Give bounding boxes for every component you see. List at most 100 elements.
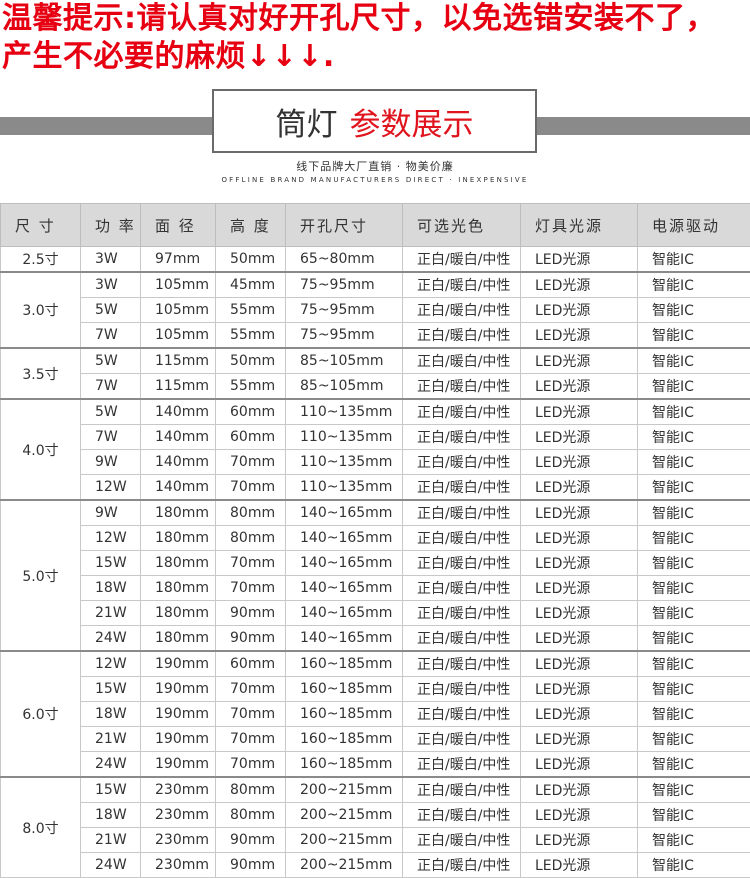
table-cell: LED光源: [521, 626, 638, 652]
table-cell: 105mm: [141, 323, 216, 349]
table-cell: 80mm: [216, 777, 286, 803]
table-row: 18W180mm70mm140~165mm正白/暖白/中性LED光源智能IC: [1, 576, 750, 601]
table-cell: LED光源: [521, 450, 638, 475]
table-cell: 24W: [81, 853, 141, 878]
table-cell: 140mm: [141, 399, 216, 425]
table-cell: LED光源: [521, 777, 638, 803]
table-cell: 正白/暖白/中性: [403, 475, 521, 501]
table-cell: 70mm: [216, 702, 286, 727]
table-cell: 190mm: [141, 727, 216, 752]
table-cell: 智能IC: [638, 450, 750, 475]
table-row: 24W230mm90mm200~215mm正白/暖白/中性LED光源智能IC: [1, 853, 750, 878]
table-cell: 160~185mm: [286, 677, 403, 702]
table-cell: 18W: [81, 576, 141, 601]
table-row: 24W180mm90mm140~165mm正白/暖白/中性LED光源智能IC: [1, 626, 750, 652]
size-cell: 4.0寸: [1, 399, 81, 500]
table-cell: 110~135mm: [286, 450, 403, 475]
table-cell: 正白/暖白/中性: [403, 777, 521, 803]
table-cell: 24W: [81, 626, 141, 652]
table-cell: 60mm: [216, 425, 286, 450]
table-row: 7W140mm60mm110~135mm正白/暖白/中性LED光源智能IC: [1, 425, 750, 450]
table-cell: 智能IC: [638, 298, 750, 323]
table-cell: LED光源: [521, 500, 638, 526]
table-cell: 正白/暖白/中性: [403, 803, 521, 828]
table-cell: 90mm: [216, 626, 286, 652]
table-cell: 12W: [81, 651, 141, 677]
table-cell: 85~105mm: [286, 348, 403, 374]
table-cell: 80mm: [216, 500, 286, 526]
spec-table: 尺 寸功 率面 径高 度开孔尺寸可选光色灯具光源电源驱动 2.5寸3W97mm5…: [0, 203, 750, 878]
table-cell: 200~215mm: [286, 803, 403, 828]
table-cell: 智能IC: [638, 677, 750, 702]
table-row: 3.5寸5W115mm50mm85~105mm正白/暖白/中性LED光源智能IC: [1, 348, 750, 374]
column-header: 电源驱动: [638, 204, 750, 247]
table-cell: 智能IC: [638, 374, 750, 400]
table-cell: 智能IC: [638, 727, 750, 752]
table-cell: 9W: [81, 500, 141, 526]
table-cell: 正白/暖白/中性: [403, 526, 521, 551]
table-cell: 智能IC: [638, 526, 750, 551]
table-cell: 21W: [81, 601, 141, 626]
table-cell: 12W: [81, 475, 141, 501]
table-cell: 70mm: [216, 450, 286, 475]
table-row: 6.0寸12W190mm60mm160~185mm正白/暖白/中性LED光源智能…: [1, 651, 750, 677]
table-cell: 7W: [81, 374, 141, 400]
table-cell: 140mm: [141, 425, 216, 450]
table-cell: 140~165mm: [286, 500, 403, 526]
subtitle-english: OFFLINE BRAND MANUFACTURERS DIRECT · INE…: [0, 176, 750, 184]
table-cell: 80mm: [216, 803, 286, 828]
table-cell: 15W: [81, 677, 141, 702]
table-header-row: 尺 寸功 率面 径高 度开孔尺寸可选光色灯具光源电源驱动: [1, 204, 750, 247]
table-cell: LED光源: [521, 853, 638, 878]
size-cell: 3.5寸: [1, 348, 81, 399]
size-cell: 5.0寸: [1, 500, 81, 651]
table-cell: 正白/暖白/中性: [403, 348, 521, 374]
table-cell: 5W: [81, 298, 141, 323]
table-cell: 50mm: [216, 348, 286, 374]
table-cell: 60mm: [216, 651, 286, 677]
table-cell: 15W: [81, 551, 141, 576]
table-cell: 115mm: [141, 348, 216, 374]
column-header: 可选光色: [403, 204, 521, 247]
table-cell: 230mm: [141, 853, 216, 878]
table-cell: 正白/暖白/中性: [403, 425, 521, 450]
table-cell: 70mm: [216, 727, 286, 752]
size-cell: 2.5寸: [1, 247, 81, 273]
table-cell: 55mm: [216, 374, 286, 400]
table-cell: 智能IC: [638, 576, 750, 601]
table-cell: 140mm: [141, 475, 216, 501]
table-cell: 正白/暖白/中性: [403, 323, 521, 349]
table-cell: LED光源: [521, 752, 638, 778]
table-cell: 160~185mm: [286, 702, 403, 727]
table-cell: 230mm: [141, 828, 216, 853]
column-header: 灯具光源: [521, 204, 638, 247]
table-cell: 正白/暖白/中性: [403, 651, 521, 677]
table-cell: 110~135mm: [286, 399, 403, 425]
table-cell: 3W: [81, 272, 141, 298]
table-cell: 90mm: [216, 853, 286, 878]
table-row: 4.0寸5W140mm60mm110~135mm正白/暖白/中性LED光源智能I…: [1, 399, 750, 425]
table-cell: 75~95mm: [286, 298, 403, 323]
table-cell: 3W: [81, 247, 141, 273]
table-cell: 70mm: [216, 475, 286, 501]
table-cell: 200~215mm: [286, 853, 403, 878]
table-cell: 智能IC: [638, 651, 750, 677]
table-cell: 9W: [81, 450, 141, 475]
table-cell: LED光源: [521, 651, 638, 677]
table-cell: 160~185mm: [286, 651, 403, 677]
table-cell: LED光源: [521, 425, 638, 450]
table-cell: LED光源: [521, 702, 638, 727]
table-cell: 智能IC: [638, 626, 750, 652]
table-cell: LED光源: [521, 323, 638, 349]
column-header: 尺 寸: [1, 204, 81, 247]
table-cell: 90mm: [216, 601, 286, 626]
table-cell: 正白/暖白/中性: [403, 853, 521, 878]
table-row: 21W180mm90mm140~165mm正白/暖白/中性LED光源智能IC: [1, 601, 750, 626]
table-cell: 160~185mm: [286, 752, 403, 778]
table-cell: 12W: [81, 526, 141, 551]
table-cell: LED光源: [521, 399, 638, 425]
table-cell: 70mm: [216, 551, 286, 576]
column-header: 高 度: [216, 204, 286, 247]
table-cell: 180mm: [141, 500, 216, 526]
table-cell: 105mm: [141, 272, 216, 298]
